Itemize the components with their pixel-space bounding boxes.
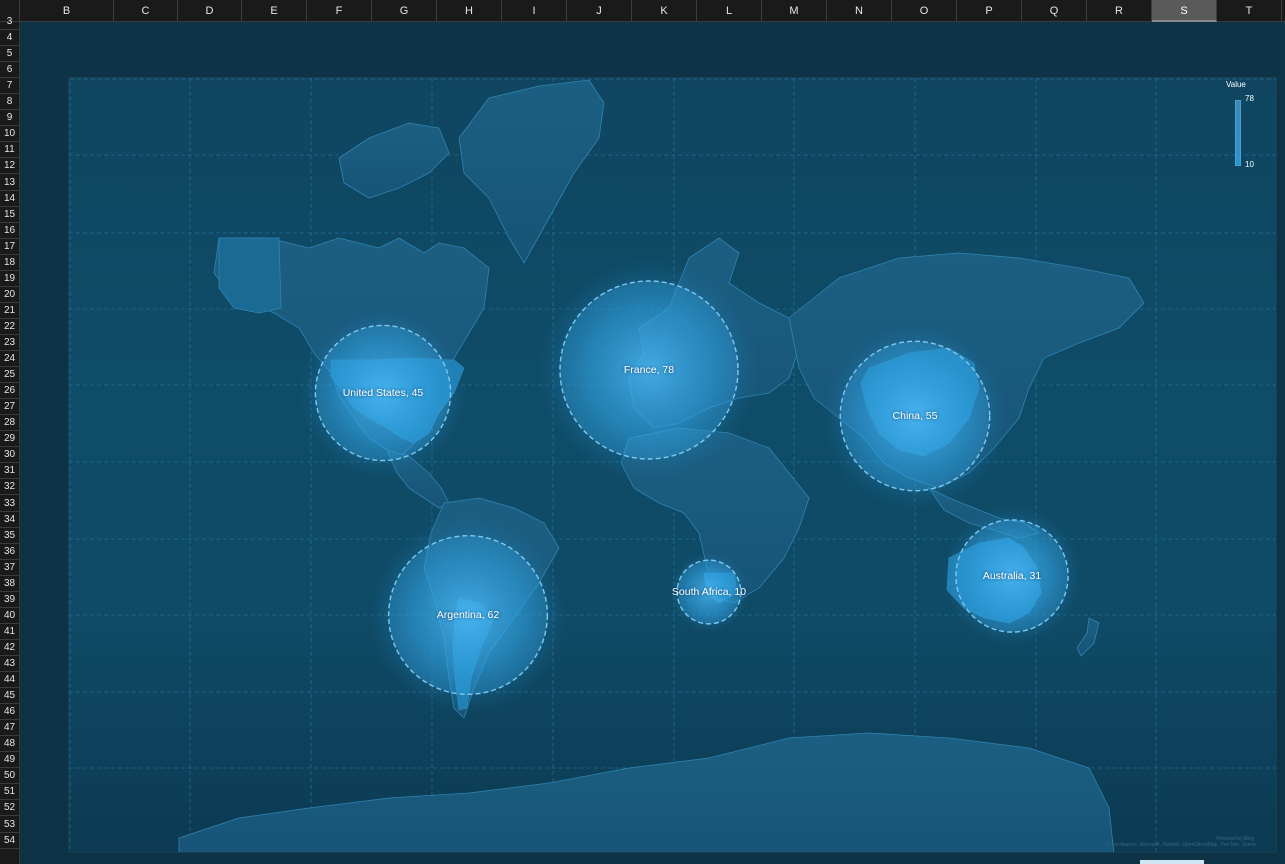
row-header-42[interactable]: 42 [0,640,19,656]
row-header-12[interactable]: 12 [0,158,19,175]
row-header-29[interactable]: 29 [0,431,19,448]
greenland [458,79,605,264]
column-header-h[interactable]: H [437,0,502,22]
antarctica [178,732,1115,852]
row-header-43[interactable]: 43 [0,656,19,672]
row-header-34[interactable]: 34 [0,512,19,528]
column-header-j[interactable]: J [567,0,632,22]
row-header-19[interactable]: 19 [0,271,19,287]
column-header-b[interactable]: B [20,0,114,22]
row-header-53[interactable]: 53 [0,817,19,833]
row-header-25[interactable]: 25 [0,367,19,384]
legend-color-scale [1235,100,1241,166]
row-header-9[interactable]: 9 [0,110,19,127]
row-header-28[interactable]: 28 [0,415,19,432]
row-header-20[interactable]: 20 [0,287,19,303]
column-header-o[interactable]: O [892,0,957,22]
row-header-5[interactable]: 5 [0,46,19,63]
row-header-17[interactable]: 17 [0,239,19,255]
row-header-38[interactable]: 38 [0,576,19,592]
column-header-s[interactable]: S [1152,0,1217,22]
bubble-label-australia: Australia, 31 [982,570,1042,582]
row-header-31[interactable]: 31 [0,463,19,480]
alaska [218,237,282,314]
row-header-15[interactable]: 15 [0,207,19,223]
row-header-8[interactable]: 8 [0,94,19,111]
bubble-label-china: China, 55 [892,410,938,422]
row-header-24[interactable]: 24 [0,351,19,368]
row-header-14[interactable]: 14 [0,191,19,207]
row-header-22[interactable]: 22 [0,319,19,335]
filled-map-chart[interactable]: United States, 45 France, 78 China, 55 Arge… [68,77,1277,853]
column-header-g[interactable]: G [372,0,437,22]
row-header-41[interactable]: 41 [0,624,19,640]
row-header-48[interactable]: 48 [0,736,19,753]
row-header-21[interactable]: 21 [0,303,19,319]
row-header-44[interactable]: 44 [0,672,19,689]
row-header-16[interactable]: 16 [0,223,19,239]
row-header-bar: 3 4 5 6 7 8 9 10 11 12 13 14 15 16 17 18 19 20 21 22 23 24 25 2… [0,16,20,864]
legend-min-value: 10 [1245,160,1254,169]
legend-title: Value [1226,80,1246,89]
column-header-d[interactable]: D [178,0,242,22]
bubble-label-argentina: Argentina, 62 [436,609,500,621]
row-header-18[interactable]: 18 [0,255,19,271]
bubble-label-france: France, 78 [623,364,675,376]
row-header-10[interactable]: 10 [0,126,19,143]
row-header-7[interactable]: 7 [0,78,19,95]
column-header-f[interactable]: F [307,0,372,22]
row-header-50[interactable]: 50 [0,768,19,785]
row-header-4[interactable]: 4 [0,30,19,47]
row-header-33[interactable]: 33 [0,496,19,512]
canada-arctic-islands [338,122,450,199]
column-header-bar: BCDEFGHIJKLMNOPQRST [20,0,1285,22]
row-header-3[interactable]: 3 [0,14,19,30]
column-header-k[interactable]: K [632,0,697,22]
row-header-47[interactable]: 47 [0,720,19,737]
world-map [69,78,1276,852]
column-header-n[interactable]: N [827,0,892,22]
row-header-49[interactable]: 49 [0,752,19,769]
column-header-t[interactable]: T [1217,0,1282,22]
column-header-i[interactable]: I [502,0,567,22]
row-header-23[interactable]: 23 [0,335,19,351]
column-header-p[interactable]: P [957,0,1022,22]
row-header-51[interactable]: 51 [0,784,19,801]
row-header-32[interactable]: 32 [0,479,19,496]
column-header-e[interactable]: E [242,0,307,22]
row-header-36[interactable]: 36 [0,544,19,560]
map-attribution: © GeoNames, Microsoft, Navinfo, OpenStre… [1106,842,1256,848]
row-header-52[interactable]: 52 [0,800,19,817]
row-header-6[interactable]: 6 [0,62,19,79]
row-header-39[interactable]: 39 [0,592,19,608]
row-header-54[interactable]: 54 [0,833,19,849]
sheet-tab[interactable] [1140,860,1204,864]
column-header-r[interactable]: R [1087,0,1152,22]
row-header-45[interactable]: 45 [0,688,19,705]
column-header-m[interactable]: M [762,0,827,22]
row-header-11[interactable]: 11 [0,142,19,159]
row-header-46[interactable]: 46 [0,704,19,721]
column-header-c[interactable]: C [114,0,178,22]
row-header-40[interactable]: 40 [0,608,19,624]
bubble-label-south-africa: South Africa, 10 [671,586,747,598]
worksheet-grid[interactable]: United States, 45 France, 78 China, 55 Arge… [20,22,1285,864]
row-header-30[interactable]: 30 [0,447,19,464]
row-header-35[interactable]: 35 [0,528,19,544]
column-header-l[interactable]: L [697,0,762,22]
bubble-label-united-states: United States, 45 [342,387,424,399]
new-zealand [1076,617,1100,657]
row-header-13[interactable]: 13 [0,175,19,191]
map-legend: Value 78 10 [1226,80,1266,172]
column-header-q[interactable]: Q [1022,0,1087,22]
row-header-37[interactable]: 37 [0,560,19,576]
legend-max-value: 78 [1245,94,1254,103]
row-header-27[interactable]: 27 [0,399,19,416]
row-header-26[interactable]: 26 [0,383,19,400]
